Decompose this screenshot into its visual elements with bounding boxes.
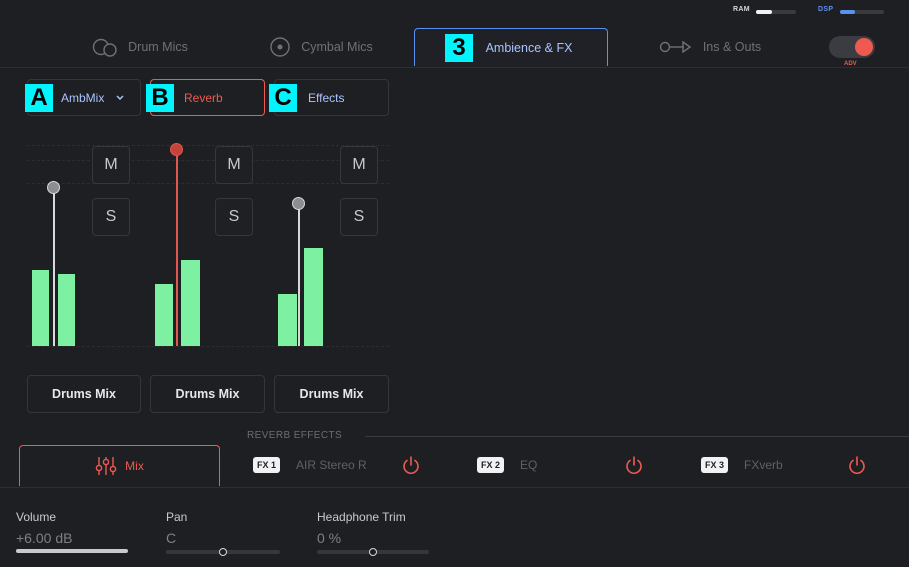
meter-gridline: [27, 183, 389, 184]
volume-label: Volume: [16, 510, 57, 524]
fx-slot-badge: FX 2: [477, 457, 505, 473]
level-meter-right: [58, 273, 75, 346]
solo-button[interactable]: S: [215, 198, 253, 236]
level-meter-left: [155, 283, 173, 346]
toggle-knob: [855, 38, 873, 56]
section-divider: [365, 436, 909, 437]
headphone-trim-value: 0 %: [317, 530, 342, 546]
cymbal-icon: [270, 37, 290, 57]
annotation-badge-c: C: [269, 84, 297, 112]
mixer-sliders-icon: [95, 457, 117, 475]
power-icon[interactable]: [848, 455, 866, 475]
dsp-label: DSP: [818, 6, 834, 13]
ram-label: RAM: [733, 6, 750, 13]
level-meter-right: [304, 247, 323, 346]
annotation-badge-a: A: [25, 84, 53, 112]
tab-drum-mics[interactable]: Drum Mics: [40, 28, 240, 66]
mix-label: Mix: [125, 459, 144, 473]
meter-gridline: [27, 346, 389, 347]
solo-button[interactable]: S: [92, 198, 130, 236]
tab-ins-outs[interactable]: Ins & Outs: [620, 28, 800, 66]
fader-knob[interactable]: [292, 197, 305, 211]
headphone-trim-slider-thumb[interactable]: [369, 548, 377, 556]
tab-label: Ins & Outs: [702, 40, 762, 54]
drum-mics-icon: [92, 38, 117, 57]
annotation-badge-b: B: [146, 84, 174, 112]
fader-track: [298, 203, 300, 346]
annotation-badge-3: 3: [445, 34, 473, 62]
fx-slot-name[interactable]: FXverb: [744, 458, 783, 472]
adv-toggle[interactable]: [829, 36, 875, 58]
mute-button[interactable]: M: [92, 146, 130, 184]
tab-ambience-fx[interactable]: Ambience & FX: [414, 28, 608, 66]
tab-cymbal-mics[interactable]: Cymbal Mics: [228, 28, 414, 66]
power-icon[interactable]: [402, 455, 420, 475]
meter-gridline: [27, 145, 389, 146]
power-icon[interactable]: [625, 455, 643, 475]
chevron-down-icon: [116, 94, 124, 100]
channel-output-button[interactable]: Drums Mix: [274, 375, 389, 413]
mute-button[interactable]: M: [340, 146, 378, 184]
fader-track: [176, 149, 178, 346]
level-meter-left: [32, 269, 49, 346]
mix-tab[interactable]: Mix: [19, 445, 220, 486]
tab-label: Drum Mics: [128, 40, 188, 54]
headphone-trim-label: Headphone Trim: [317, 510, 406, 524]
volume-value: +6.00 dB: [16, 530, 73, 546]
effects-label: Effects: [308, 90, 345, 105]
level-meter-right: [181, 259, 200, 346]
fx-slot-name[interactable]: AIR Stereo R: [296, 458, 376, 472]
reverb-label: Reverb: [184, 90, 223, 105]
fader-knob[interactable]: [47, 181, 60, 195]
solo-button[interactable]: S: [340, 198, 378, 236]
tab-label: Cymbal Mics: [301, 40, 373, 54]
volume-slider[interactable]: [16, 549, 128, 553]
dsp-meter: [840, 10, 884, 14]
fx-slot-badge: FX 3: [701, 457, 729, 473]
pan-slider-thumb[interactable]: [219, 548, 227, 556]
tab-divider: [0, 67, 909, 68]
ram-meter: [756, 10, 796, 14]
fx-slot-name[interactable]: EQ: [520, 458, 537, 472]
pan-value: C: [166, 530, 177, 546]
tab-label: Ambience & FX: [485, 40, 573, 55]
channel-output-button[interactable]: Drums Mix: [150, 375, 265, 413]
pan-label: Pan: [166, 510, 188, 524]
routing-arrow-icon: [659, 40, 692, 54]
level-meter-left: [278, 293, 297, 346]
section-divider: [0, 487, 909, 488]
ambmix-label: AmbMix: [61, 90, 105, 105]
reverb-effects-heading: REVERB EFFECTS: [247, 430, 343, 441]
fx-slot-badge: FX 1: [253, 457, 281, 473]
mute-button[interactable]: M: [215, 146, 253, 184]
meter-gridline: [27, 160, 389, 161]
fader-track: [53, 187, 55, 346]
channel-output-button[interactable]: Drums Mix: [27, 375, 141, 413]
fader-knob[interactable]: [170, 143, 183, 157]
